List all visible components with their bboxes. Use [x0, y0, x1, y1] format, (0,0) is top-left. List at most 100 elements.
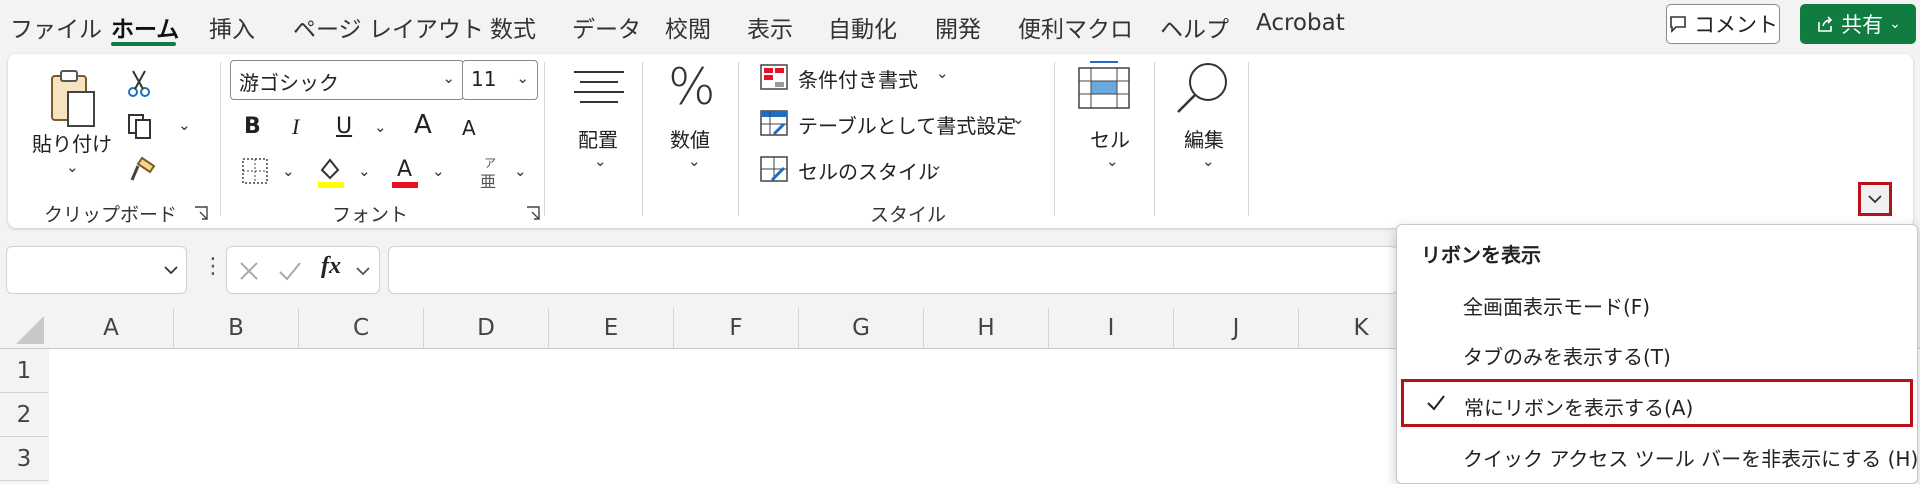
copy-icon[interactable] — [126, 112, 154, 140]
tab-review[interactable]: 校閲 — [665, 10, 711, 44]
checkmark-icon — [1427, 395, 1445, 411]
ribbon: 貼り付け ⌄ ⌄ クリップボード 游ゴシック ⌄ 11 ⌄ B I U ⌄ A … — [8, 54, 1913, 228]
column-header-j[interactable]: J — [1174, 308, 1299, 348]
row-header-3[interactable]: 3 — [0, 437, 48, 481]
number-dropdown-icon[interactable]: ⌄ — [688, 152, 701, 170]
cut-icon[interactable] — [126, 68, 152, 98]
column-header-f[interactable]: F — [674, 308, 799, 348]
paste-dropdown-icon[interactable]: ⌄ — [66, 158, 79, 176]
copy-dropdown-icon[interactable]: ⌄ — [178, 116, 191, 134]
conditional-formatting-icon[interactable] — [760, 64, 788, 90]
insert-function-button[interactable]: fx — [321, 253, 341, 280]
column-header-b[interactable]: B — [174, 308, 299, 348]
tab-formulas[interactable]: 数式 — [490, 10, 536, 44]
cells-label[interactable]: セル — [1090, 124, 1130, 153]
cells-dropdown-icon[interactable]: ⌄ — [1106, 152, 1119, 170]
clipboard-launcher-icon[interactable] — [194, 206, 208, 220]
chevron-down-icon: ⌄ — [442, 69, 455, 87]
underline-dropdown-icon[interactable]: ⌄ — [374, 118, 387, 136]
column-header-h[interactable]: H — [924, 308, 1049, 348]
ribbon-display-menu: リボンを表示 全画面表示モード(F) タブのみを表示する(T) 常にリボンを表示… — [1396, 224, 1918, 484]
paste-label[interactable]: 貼り付け — [32, 128, 112, 157]
menu-item-hide-quick-access[interactable]: クイック アクセス ツール バーを非表示にする (H) — [1397, 433, 1918, 477]
search-icon[interactable] — [1174, 60, 1232, 116]
conditional-formatting-label[interactable]: 条件付き書式 — [798, 64, 918, 93]
fill-color-dropdown-icon[interactable]: ⌄ — [358, 162, 371, 180]
column-header-g[interactable]: G — [799, 308, 924, 348]
cancel-icon[interactable] — [237, 259, 261, 283]
chevron-down-icon[interactable]: ⌄ — [930, 156, 943, 174]
name-box[interactable] — [6, 246, 187, 294]
menu-item-always-show-ribbon[interactable]: 常にリボンを表示する(A) — [1401, 379, 1913, 427]
more-options-icon[interactable]: ⋮ — [202, 254, 224, 279]
cell-styles-icon[interactable] — [760, 156, 788, 182]
format-painter-icon[interactable] — [128, 154, 158, 184]
phonetic-dropdown-icon[interactable]: ⌄ — [514, 162, 527, 180]
phonetic-guide-icon[interactable]: ア 亜 — [478, 154, 504, 191]
chevron-down-icon[interactable]: ⌄ — [936, 64, 949, 82]
tab-data[interactable]: データ — [572, 10, 641, 44]
underline-button[interactable]: U — [336, 114, 352, 139]
comment-button[interactable]: コメント — [1666, 4, 1780, 44]
ribbon-display-options-button[interactable] — [1858, 182, 1892, 216]
font-color-dropdown-icon[interactable]: ⌄ — [432, 162, 445, 180]
shrink-font-button[interactable]: A — [462, 116, 476, 140]
share-icon — [1818, 16, 1833, 32]
column-header-i[interactable]: I — [1049, 308, 1174, 348]
font-name-combo[interactable]: 游ゴシック ⌄ — [230, 60, 464, 100]
percent-icon[interactable]: % — [668, 58, 716, 116]
cells-icon[interactable] — [1076, 60, 1132, 110]
select-all-corner[interactable] — [0, 308, 48, 348]
tab-macros[interactable]: 便利マクロ — [1018, 10, 1133, 44]
column-header-c[interactable]: C — [299, 308, 424, 348]
fill-color-icon[interactable] — [314, 154, 348, 190]
chevron-down-icon[interactable] — [355, 266, 371, 276]
bold-button[interactable]: B — [244, 114, 261, 139]
enter-icon[interactable] — [277, 259, 303, 283]
menu-item-tabs-only[interactable]: タブのみを表示する(T) — [1397, 331, 1917, 375]
cell-styles-label[interactable]: セルのスタイル — [798, 156, 938, 185]
number-label[interactable]: 数値 — [670, 124, 710, 153]
formula-controls: fx — [226, 246, 380, 294]
comment-icon — [1670, 16, 1686, 33]
tab-insert[interactable]: 挿入 — [209, 10, 255, 44]
alignment-label[interactable]: 配置 — [578, 124, 618, 153]
separator — [544, 62, 545, 216]
grow-font-button[interactable]: A — [414, 110, 432, 140]
paste-icon[interactable] — [46, 68, 102, 132]
column-header-d[interactable]: D — [424, 308, 549, 348]
alignment-icon[interactable] — [572, 68, 626, 108]
border-icon[interactable] — [240, 156, 270, 186]
editing-dropdown-icon[interactable]: ⌄ — [1202, 152, 1215, 170]
font-size-combo[interactable]: 11 ⌄ — [462, 60, 538, 100]
menu-item-fullscreen[interactable]: 全画面表示モード(F) — [1397, 281, 1917, 325]
italic-button[interactable]: I — [292, 114, 299, 140]
tab-developer[interactable]: 開発 — [935, 10, 981, 44]
share-button[interactable]: 共有 ⌄ — [1800, 4, 1916, 44]
tab-file[interactable]: ファイル — [10, 10, 102, 44]
tab-help[interactable]: ヘルプ — [1160, 10, 1229, 44]
font-color-icon[interactable]: A — [388, 154, 422, 190]
row-header-1[interactable]: 1 — [0, 349, 48, 393]
column-header-e[interactable]: E — [549, 308, 674, 348]
tab-acrobat[interactable]: Acrobat — [1256, 10, 1345, 36]
font-launcher-icon[interactable] — [526, 206, 540, 220]
row-header-2[interactable]: 2 — [0, 393, 48, 437]
chevron-down-icon[interactable]: ⌄ — [1012, 110, 1025, 128]
tab-automate[interactable]: 自動化 — [828, 10, 897, 44]
chevron-down-icon: ⌄ — [516, 69, 529, 87]
tab-page-layout[interactable]: ページ レイアウト — [293, 10, 484, 44]
font-group-label: フォント — [332, 204, 409, 226]
format-as-table-icon[interactable] — [760, 110, 788, 136]
formula-input[interactable] — [388, 246, 1398, 294]
chevron-down-icon[interactable] — [163, 265, 179, 275]
tab-home[interactable]: ホーム — [111, 10, 179, 44]
tab-view[interactable]: 表示 — [747, 10, 793, 44]
format-as-table-label[interactable]: テーブルとして書式設定 — [798, 110, 1016, 139]
editing-label[interactable]: 編集 — [1184, 124, 1224, 153]
alignment-dropdown-icon[interactable]: ⌄ — [594, 152, 607, 170]
border-dropdown-icon[interactable]: ⌄ — [282, 162, 295, 180]
chevron-down-icon — [1868, 195, 1882, 204]
separator — [1054, 62, 1055, 216]
column-header-a[interactable]: A — [49, 308, 174, 348]
